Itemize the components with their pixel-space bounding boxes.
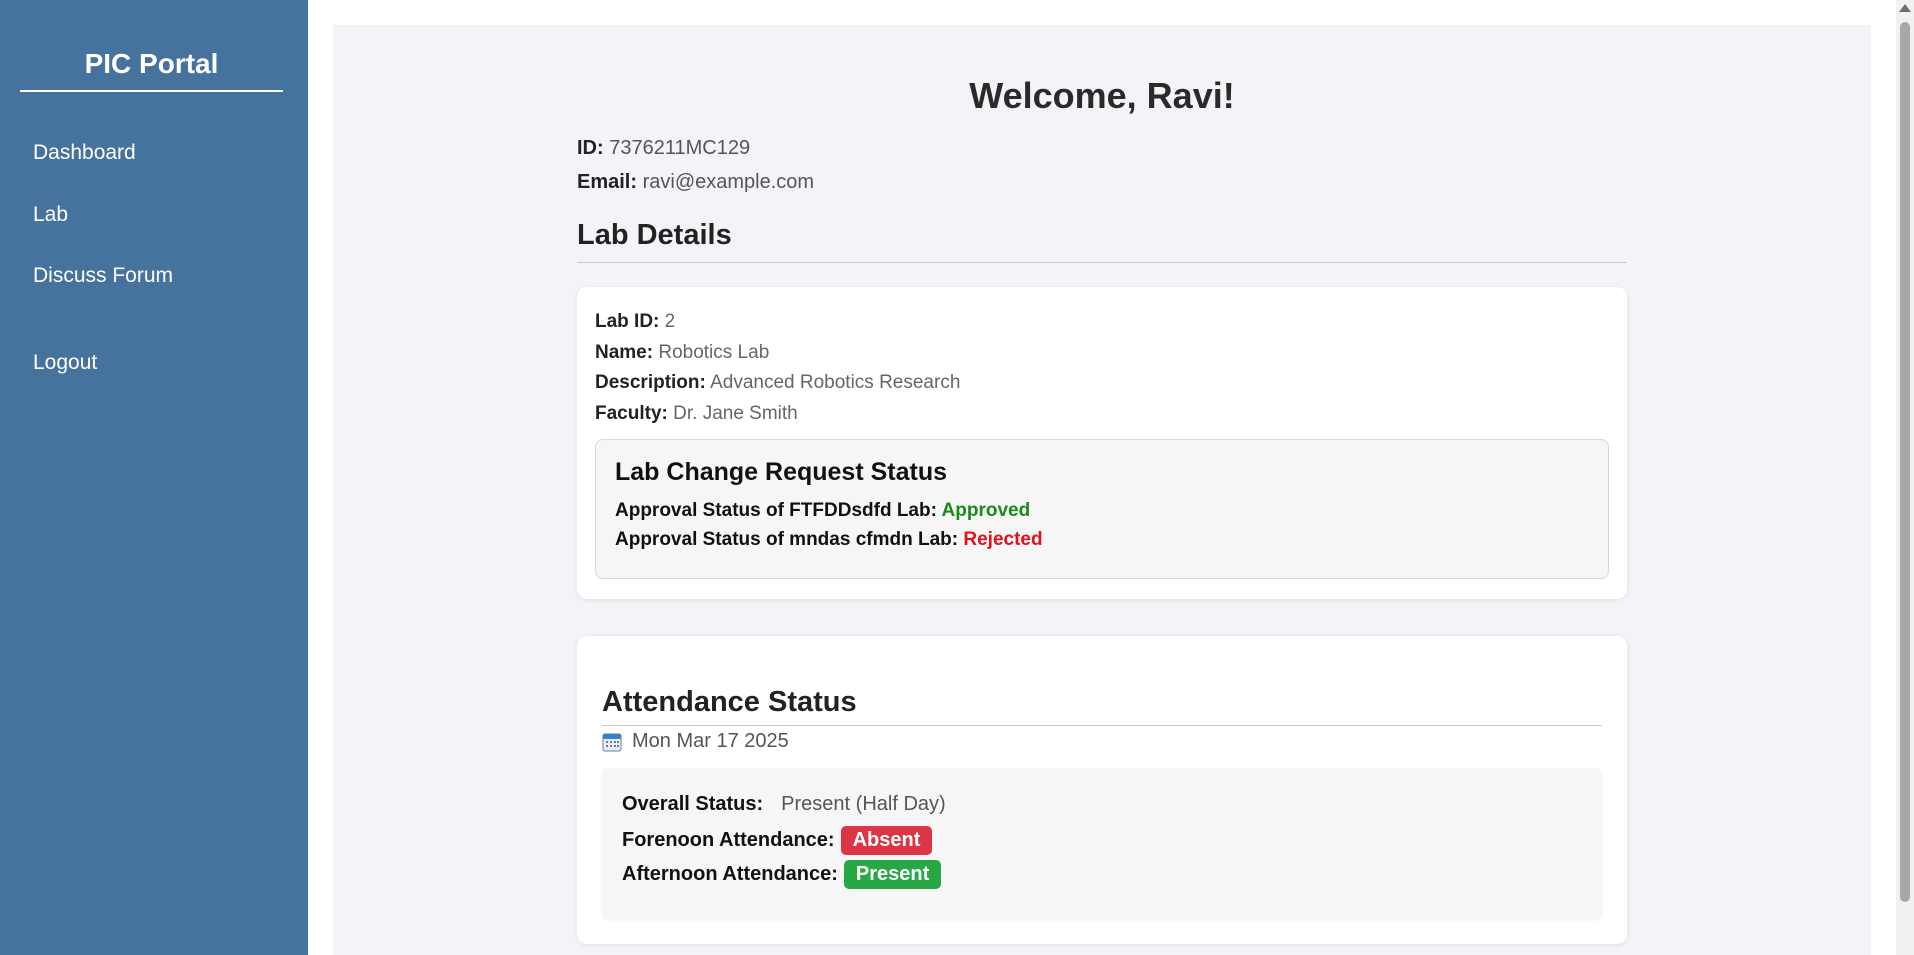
page-scrollbar[interactable] — [1896, 0, 1914, 955]
user-email-value: ravi@example.com — [642, 171, 815, 193]
attendance-date-row: Mon Mar 17 2025 — [602, 730, 789, 753]
afternoon-status-badge: Present — [843, 860, 942, 889]
lab-id-value: 2 — [664, 311, 676, 332]
request-status-line: Approval Status of FTFDDsdfd Lab: Approv… — [615, 500, 1030, 522]
lab-name-label: Name: — [595, 342, 654, 363]
request-status-rejected: Rejected — [963, 529, 1043, 550]
lab-id-label: Lab ID: — [595, 311, 660, 332]
attendance-date: Mon Mar 17 2025 — [632, 730, 789, 752]
attendance-card: Attendance Status Mon Mar 17 2025 Overal… — [577, 636, 1627, 944]
lab-faculty-label: Faculty: — [595, 403, 668, 424]
overall-status-value: Present (Half Day) — [781, 793, 946, 815]
sidebar-item-dashboard[interactable]: Dashboard — [33, 141, 136, 165]
afternoon-attendance-line: Afternoon Attendance: Present — [622, 860, 942, 889]
lab-details-card: Lab ID: 2 Name: Robotics Lab Description… — [577, 287, 1627, 599]
user-id-line: ID: 7376211MC129 — [577, 137, 750, 160]
overall-status-label: Overall Status: — [622, 793, 764, 815]
scroll-thumb[interactable] — [1900, 22, 1910, 902]
forenoon-attendance-line: Forenoon Attendance: Absent — [622, 826, 933, 855]
lab-change-request-box: Lab Change Request Status Approval Statu… — [595, 439, 1609, 579]
lab-description-value: Advanced Robotics Research — [710, 372, 961, 393]
user-email-line: Email: ravi@example.com — [577, 171, 814, 194]
forenoon-attendance-label: Forenoon Attendance: — [622, 829, 835, 851]
lab-faculty-value: Dr. Jane Smith — [673, 403, 798, 424]
lab-change-request-title: Lab Change Request Status — [615, 458, 947, 486]
welcome-heading: Welcome, Ravi! — [969, 75, 1235, 116]
main-content: Welcome, Ravi! ID: 7376211MC129 Email: r… — [333, 25, 1871, 955]
lab-details-title: Lab Details — [577, 219, 1627, 263]
user-id-label: ID: — [577, 137, 604, 159]
attendance-summary-box: Overall Status: Present (Half Day) Foren… — [602, 768, 1602, 920]
attendance-title: Attendance Status — [602, 686, 1602, 726]
lab-description-row: Description: Advanced Robotics Research — [595, 372, 960, 394]
overall-status-line: Overall Status: Present (Half Day) — [622, 793, 946, 816]
request-status-line: Approval Status of mndas cfmdn Lab: Reje… — [615, 529, 1043, 551]
sidebar-item-logout[interactable]: Logout — [33, 351, 97, 375]
sidebar: PIC Portal Dashboard Lab Discuss Forum L… — [0, 0, 308, 955]
request-status-label: Approval Status of mndas cfmdn Lab: — [615, 529, 959, 550]
user-id-value: 7376211MC129 — [609, 137, 751, 159]
lab-faculty-row: Faculty: Dr. Jane Smith — [595, 403, 798, 425]
lab-name-value: Robotics Lab — [658, 342, 770, 363]
afternoon-attendance-label: Afternoon Attendance: — [622, 863, 838, 885]
sidebar-item-discuss-forum[interactable]: Discuss Forum — [33, 264, 173, 288]
scroll-up-arrow-icon[interactable] — [1899, 4, 1911, 12]
sidebar-item-lab[interactable]: Lab — [33, 203, 68, 227]
request-status-label: Approval Status of FTFDDsdfd Lab: — [615, 500, 937, 521]
lab-id-row: Lab ID: 2 — [595, 311, 675, 333]
lab-name-row: Name: Robotics Lab — [595, 342, 769, 364]
forenoon-status-badge: Absent — [840, 826, 933, 855]
user-email-label: Email: — [577, 171, 638, 193]
lab-description-label: Description: — [595, 372, 706, 393]
calendar-icon — [602, 732, 622, 752]
request-status-approved: Approved — [941, 500, 1031, 521]
brand-title: PIC Portal — [20, 48, 283, 92]
